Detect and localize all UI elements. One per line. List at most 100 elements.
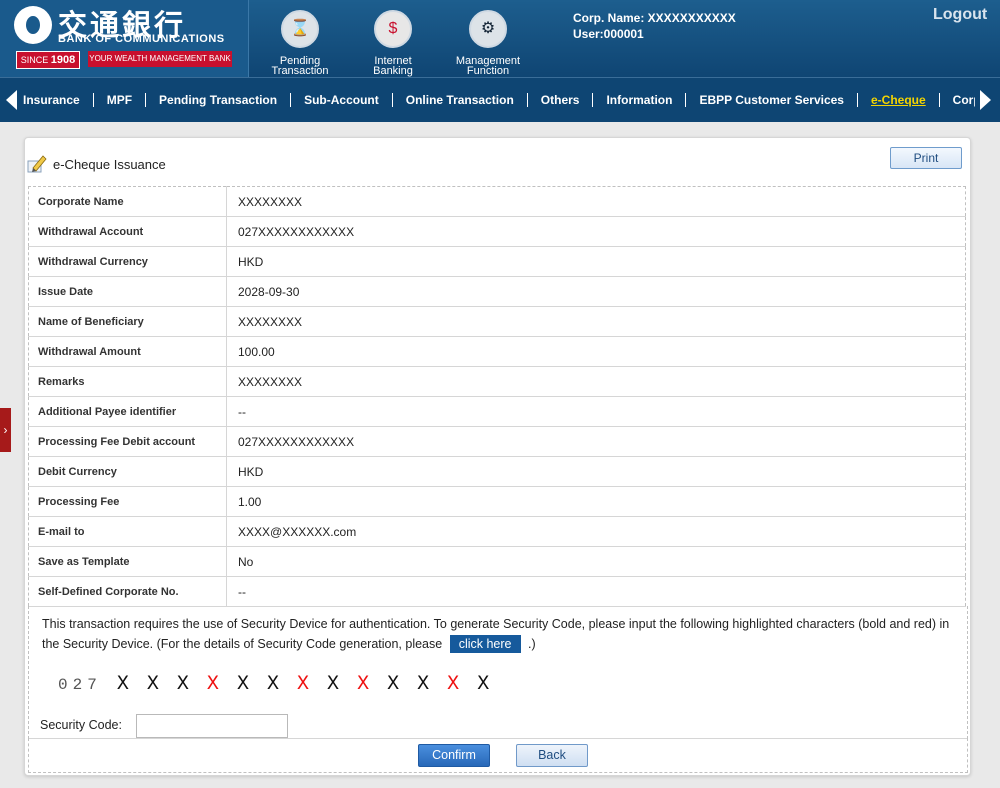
security-char: X bbox=[176, 673, 192, 696]
security-char-highlighted: X bbox=[447, 673, 463, 696]
nav-items: Insurance MPF Pending Transaction Sub-Ac… bbox=[23, 78, 975, 122]
field-value: 027XXXXXXXXXXXX bbox=[226, 426, 966, 457]
security-char: X bbox=[116, 673, 132, 696]
table-row: Processing Fee 1.00 bbox=[28, 486, 966, 517]
security-char: X bbox=[477, 673, 493, 696]
field-label: Processing Fee bbox=[28, 486, 227, 517]
click-here-link[interactable]: click here bbox=[449, 635, 521, 653]
security-instructions-end: .) bbox=[527, 637, 536, 651]
nav-item-ebpp-customer-services[interactable]: EBPP Customer Services bbox=[685, 93, 857, 107]
nav-item-information[interactable]: Information bbox=[592, 93, 685, 107]
table-row: Corporate Name XXXXXXXX bbox=[28, 186, 966, 217]
print-button[interactable]: Print bbox=[890, 147, 962, 169]
since-year: 1908 bbox=[50, 54, 76, 66]
side-panel-toggle[interactable]: › bbox=[0, 408, 11, 452]
security-code-label: Security Code: bbox=[40, 718, 122, 732]
security-char-highlighted: X bbox=[357, 673, 373, 696]
corp-name: Corp. Name: XXXXXXXXXXX bbox=[573, 11, 736, 25]
table-row: Additional Payee identifier -- bbox=[28, 396, 966, 427]
field-label: Save as Template bbox=[28, 546, 227, 577]
field-value: XXXXXXXX bbox=[226, 366, 966, 397]
field-label: Withdrawal Account bbox=[28, 216, 227, 247]
logout-link[interactable]: Logout bbox=[933, 6, 987, 24]
bank-emblem-icon bbox=[14, 6, 52, 44]
nav-scroll-right-icon[interactable] bbox=[980, 90, 991, 110]
shortcut-label-2: Transaction bbox=[271, 65, 329, 77]
field-label: Name of Beneficiary bbox=[28, 306, 227, 337]
security-char-highlighted: X bbox=[297, 673, 313, 696]
field-value: -- bbox=[226, 396, 966, 427]
user-info: Corp. Name: XXXXXXXXXXX User:000001 bbox=[573, 10, 736, 42]
field-label: Issue Date bbox=[28, 276, 227, 307]
nav-item-sub-account[interactable]: Sub-Account bbox=[290, 93, 392, 107]
shortcut-label-2: Function bbox=[466, 65, 510, 77]
security-section: This transaction requires the use of Sec… bbox=[28, 606, 968, 739]
cheque-details-table: Corporate Name XXXXXXXX Withdrawal Accoun… bbox=[28, 186, 966, 607]
table-row: Processing Fee Debit account 027XXXXXXXXX… bbox=[28, 426, 966, 457]
table-row: Remarks XXXXXXXX bbox=[28, 366, 966, 397]
action-buttons: Confirm Back bbox=[28, 738, 968, 773]
e-cheque-panel: e-Cheque Issuance Print Corporate Name XX… bbox=[24, 137, 971, 776]
security-characters: 027 X X X X X X X X X X X X X bbox=[58, 673, 492, 696]
table-row: Withdrawal Account 027XXXXXXXXXXXX bbox=[28, 216, 966, 247]
security-char: X bbox=[236, 673, 252, 696]
nav-item-online-transaction[interactable]: Online Transaction bbox=[391, 93, 527, 107]
field-label: Processing Fee Debit account bbox=[28, 426, 227, 457]
field-value: HKD bbox=[226, 456, 966, 487]
field-value: HKD bbox=[226, 246, 966, 277]
confirm-button[interactable]: Confirm bbox=[418, 744, 490, 767]
back-button[interactable]: Back bbox=[516, 744, 588, 767]
bank-logo[interactable]: 交通銀行 BANK OF COMMUNICATIONS SINCE 1908 Y… bbox=[0, 0, 249, 77]
nav-item-corporate[interactable]: Corpo bbox=[938, 93, 975, 107]
table-row: Issue Date 2028-09-30 bbox=[28, 276, 966, 307]
field-value: -- bbox=[226, 576, 966, 607]
table-row: Withdrawal Currency HKD bbox=[28, 246, 966, 277]
slogan-badge: YOUR WEALTH MANAGEMENT BANK bbox=[88, 51, 232, 67]
security-char: X bbox=[387, 673, 403, 696]
security-code-input[interactable] bbox=[136, 714, 288, 738]
since-badge: SINCE 1908 bbox=[16, 51, 80, 69]
security-char: X bbox=[266, 673, 282, 696]
since-prefix: SINCE bbox=[20, 55, 49, 65]
field-label: Withdrawal Currency bbox=[28, 246, 227, 277]
nav-item-e-cheque[interactable]: e-Cheque bbox=[856, 93, 939, 107]
nav-item-mpf[interactable]: MPF bbox=[92, 93, 145, 107]
security-char-highlighted: X bbox=[206, 673, 222, 696]
gears-icon: ⚙ bbox=[469, 10, 507, 48]
field-label: Withdrawal Amount bbox=[28, 336, 227, 367]
field-value: XXXXXXXX bbox=[226, 186, 966, 217]
field-value: 2028-09-30 bbox=[226, 276, 966, 307]
field-label: Corporate Name bbox=[28, 186, 227, 217]
nav-scroll-left-icon[interactable] bbox=[6, 90, 17, 110]
nav-item-others[interactable]: Others bbox=[526, 93, 593, 107]
nav-item-insurance[interactable]: Insurance bbox=[23, 93, 93, 107]
field-value: 100.00 bbox=[226, 336, 966, 367]
security-char: X bbox=[327, 673, 343, 696]
table-row: Name of Beneficiary XXXXXXXX bbox=[28, 306, 966, 337]
table-row: Debit Currency HKD bbox=[28, 456, 966, 487]
nav-item-pending-transaction[interactable]: Pending Transaction bbox=[145, 93, 290, 107]
security-char: X bbox=[417, 673, 433, 696]
management-function-shortcut[interactable]: ⚙ Management Function bbox=[447, 10, 529, 77]
account-prefix: 027 bbox=[58, 676, 102, 694]
hourglass-icon: ⌛ bbox=[281, 10, 319, 48]
field-value: XXXX@XXXXXX.com bbox=[226, 516, 966, 547]
table-row: Self-Defined Corporate No. -- bbox=[28, 576, 966, 607]
field-value: No bbox=[226, 546, 966, 577]
pending-transaction-shortcut[interactable]: ⌛ Pending Transaction bbox=[259, 10, 341, 77]
header: 交通銀行 BANK OF COMMUNICATIONS SINCE 1908 Y… bbox=[0, 0, 1000, 77]
main-nav: Insurance MPF Pending Transaction Sub-Ac… bbox=[0, 77, 1000, 122]
field-value: 027XXXXXXXXXXXX bbox=[226, 216, 966, 247]
logo-english-name: BANK OF COMMUNICATIONS bbox=[58, 33, 225, 45]
internet-banking-shortcut[interactable]: $ Internet Banking bbox=[352, 10, 434, 77]
monitor-dollar-icon: $ bbox=[374, 10, 412, 48]
table-row: Save as Template No bbox=[28, 546, 966, 577]
field-label: Debit Currency bbox=[28, 456, 227, 487]
table-row: Withdrawal Amount 100.00 bbox=[28, 336, 966, 367]
table-row: E-mail to XXXX@XXXXXX.com bbox=[28, 516, 966, 547]
field-label: Remarks bbox=[28, 366, 227, 397]
page-title: e-Cheque Issuance bbox=[53, 156, 166, 172]
security-char: X bbox=[146, 673, 162, 696]
security-instructions: This transaction requires the use of Sec… bbox=[42, 614, 957, 654]
shortcut-label-2: Banking bbox=[373, 65, 413, 77]
